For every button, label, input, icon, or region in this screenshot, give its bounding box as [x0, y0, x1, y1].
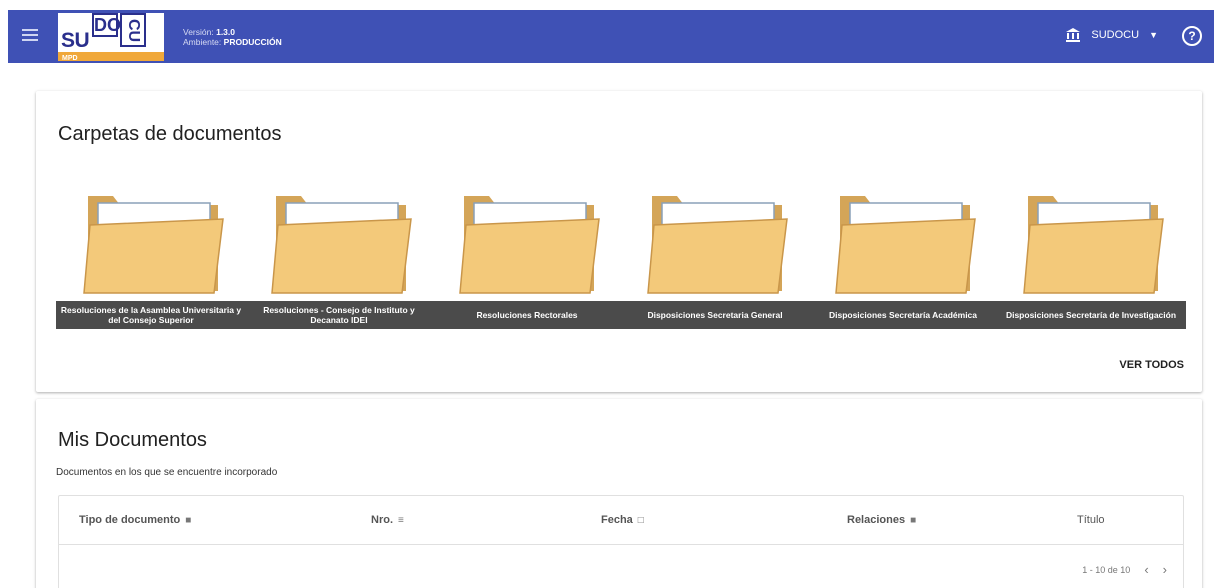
- column-label: Título: [1077, 514, 1105, 526]
- environment-label: Ambiente:: [183, 37, 222, 47]
- user-menu[interactable]: SUDOCU ▼: [1065, 27, 1158, 43]
- calendar-icon: □: [637, 514, 644, 526]
- folder-item[interactable]: Resoluciones Rectorales: [432, 191, 622, 331]
- version-label: Versión:: [183, 27, 214, 37]
- column-header-tipo[interactable]: Tipo de documento ■: [79, 514, 191, 526]
- pagination-range: 1 - 10 de 10: [1082, 564, 1131, 575]
- folder-icon: [647, 196, 788, 294]
- chevron-left-icon[interactable]: ‹: [1144, 562, 1148, 577]
- logo-mpd: MPD: [62, 55, 78, 62]
- logo-su: SU: [61, 29, 90, 52]
- folder-icon: [1023, 196, 1164, 294]
- bank-icon: [1066, 28, 1081, 42]
- folder-label: Disposiciones Secretaría de Investigació…: [996, 301, 1186, 329]
- folder-icon: [835, 196, 976, 294]
- user-name: SUDOCU: [1091, 29, 1140, 41]
- view-all-button[interactable]: VER TODOS: [1119, 359, 1184, 371]
- list-icon: ≡: [398, 514, 404, 526]
- chevron-right-icon[interactable]: ›: [1163, 562, 1167, 577]
- folder-label: Disposiciones Secretaría Académica: [808, 301, 998, 329]
- folder-icon: [459, 196, 600, 294]
- relations-icon: ■: [910, 514, 917, 526]
- column-header-titulo[interactable]: Título: [1077, 514, 1105, 526]
- column-label: Tipo de documento: [79, 514, 181, 526]
- folder-label: Disposiciones Secretaria General: [620, 301, 810, 329]
- folders-card: Carpetas de documentos Resoluciones de l…: [36, 91, 1202, 392]
- folder-item[interactable]: Disposiciones Secretaría de Investigació…: [996, 191, 1186, 331]
- column-label: Fecha: [601, 514, 633, 526]
- column-header-nro[interactable]: Nro. ≡: [371, 514, 404, 526]
- app-logo[interactable]: SU DO CU MPD: [58, 13, 176, 62]
- my-documents-title: Mis Documentos: [58, 429, 207, 451]
- logo-cu-text: CU: [125, 19, 142, 43]
- document-type-icon: ■: [185, 514, 192, 526]
- pagination: 1 - 10 de 10 ‹ ›: [1082, 562, 1167, 577]
- folder-item[interactable]: Disposiciones Secretaria General: [620, 191, 810, 331]
- column-header-fecha[interactable]: Fecha □: [601, 514, 644, 526]
- version-value: 1.3.0: [216, 27, 235, 37]
- help-icon[interactable]: ?: [1182, 26, 1202, 46]
- header-divider: [59, 544, 1183, 545]
- documents-table: Tipo de documento ■ Nro. ≡ Fecha □ Relac…: [58, 495, 1184, 588]
- my-documents-subtitle: Documentos en los que se encuentre incor…: [56, 467, 278, 478]
- folder-item[interactable]: Disposiciones Secretaría Académica: [808, 191, 998, 331]
- logo-cu: CU: [120, 13, 146, 47]
- column-label: Nro.: [371, 514, 393, 526]
- folder-icon: [271, 196, 412, 294]
- column-header-relaciones[interactable]: Relaciones ■: [847, 514, 916, 526]
- logo-do: DO: [92, 13, 121, 37]
- menu-icon[interactable]: [20, 26, 40, 46]
- version-info: Versión: 1.3.0 Ambiente: PRODUCCIÓN: [183, 27, 282, 47]
- folder-label: Resoluciones Rectorales: [432, 301, 622, 329]
- folder-label: Resoluciones de la Asamblea Universitari…: [56, 301, 246, 329]
- top-app-bar: SU DO CU MPD Versión: 1.3.0 Ambiente: PR…: [8, 10, 1214, 63]
- folder-label: Resoluciones - Consejo de Instituto y De…: [244, 301, 434, 329]
- folder-item[interactable]: Resoluciones - Consejo de Instituto y De…: [244, 191, 434, 331]
- folders-title: Carpetas de documentos: [58, 123, 282, 145]
- environment-value: PRODUCCIÓN: [223, 37, 282, 47]
- my-documents-card: Mis Documentos Documentos en los que se …: [36, 399, 1202, 588]
- caret-down-icon: ▼: [1149, 30, 1158, 40]
- folders-grid: Resoluciones de la Asamblea Universitari…: [56, 191, 1188, 341]
- column-label: Relaciones: [847, 514, 906, 526]
- page: SU DO CU MPD Versión: 1.3.0 Ambiente: PR…: [0, 0, 1214, 588]
- folder-icon: [83, 196, 224, 294]
- folder-item[interactable]: Resoluciones de la Asamblea Universitari…: [56, 191, 246, 331]
